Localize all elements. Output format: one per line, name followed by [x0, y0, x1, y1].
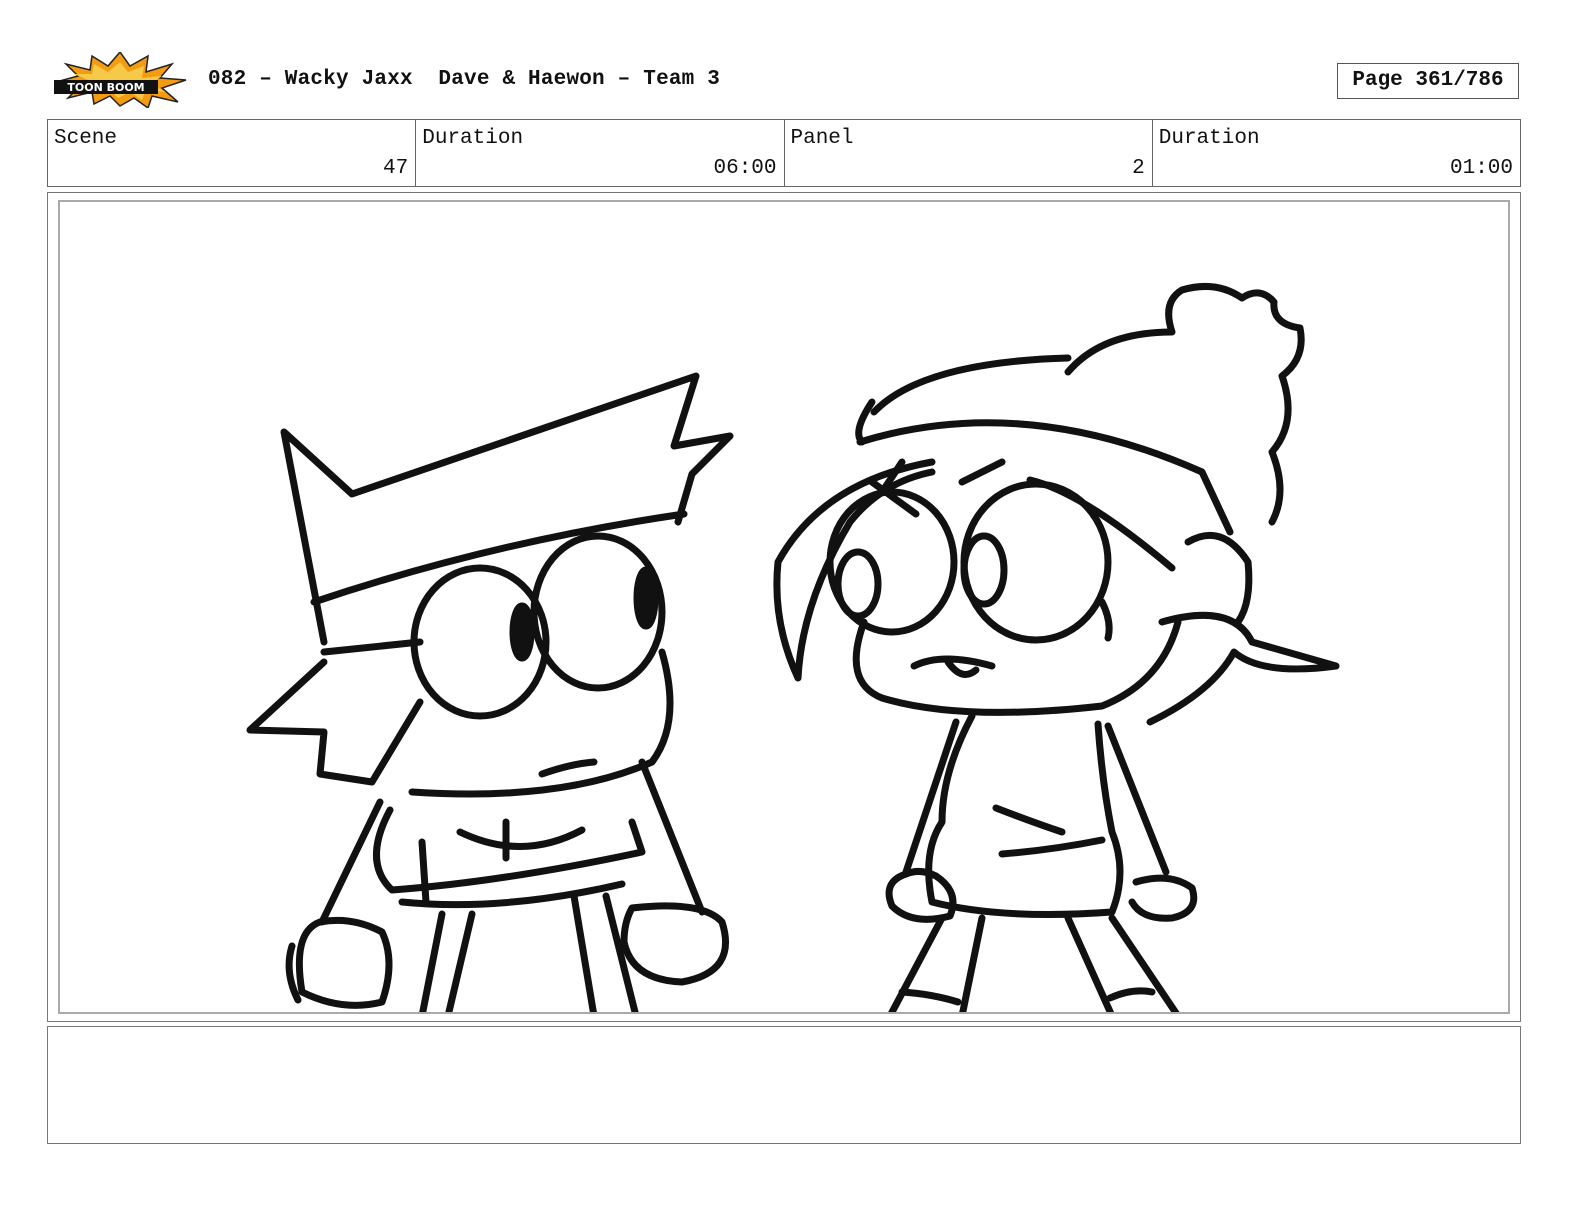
panel-label: Panel	[790, 127, 854, 150]
panel-drawing-area	[58, 200, 1510, 1014]
page-number: Page 361/786	[1337, 63, 1519, 99]
scene-info-table: Scene 47 Duration 06:00 Panel 2 Duration…	[47, 119, 1521, 187]
girl-character-sketch	[773, 282, 1340, 1012]
scene-value: 47	[383, 157, 409, 180]
panel-duration-value: 01:00	[1449, 157, 1513, 180]
toon-boom-logo: TOON BOOM	[52, 50, 188, 110]
scene-duration-value: 06:00	[713, 157, 777, 180]
boy-character-sketch	[246, 372, 734, 1012]
panel-duration-cell: Duration 01:00	[1151, 120, 1520, 186]
panel-value: 2	[1132, 157, 1145, 180]
scene-duration-label: Duration	[422, 127, 524, 150]
scene-cell: Scene 47	[48, 120, 415, 186]
panel-notes-box	[47, 1026, 1521, 1144]
logo-text: TOON BOOM	[67, 81, 144, 94]
storyboard-title: 082 – Wacky Jaxx Dave & Haewon – Team 3	[208, 68, 721, 91]
scene-duration-cell: Duration 06:00	[415, 120, 783, 186]
scene-label: Scene	[54, 127, 118, 150]
panel-cell: Panel 2	[783, 120, 1152, 186]
panel-duration-label: Duration	[1158, 127, 1260, 150]
